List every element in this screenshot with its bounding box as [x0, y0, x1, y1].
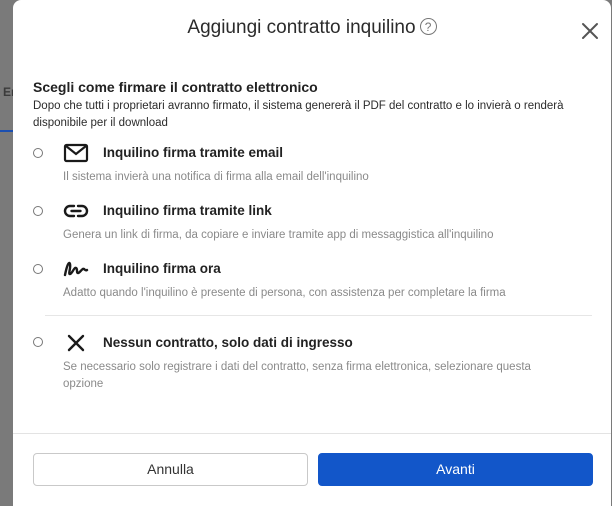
close-icon — [582, 23, 598, 39]
dialog-title-wrap: Aggiungi contratto inquilino? — [13, 17, 611, 39]
option-description: Adatto quando l'inquilino è presente di … — [63, 287, 506, 299]
close-button[interactable] — [579, 20, 601, 42]
option-description: Il sistema invierà una notifica di firma… — [63, 171, 369, 183]
option-label: Inquilino firma tramite email — [103, 145, 284, 160]
radio-sign-now[interactable] — [33, 264, 43, 274]
option-no-contract[interactable]: Nessun contratto, solo dati di ingresso … — [33, 333, 598, 393]
option-description: Se necessario solo registrare i dati del… — [63, 361, 531, 390]
options-divider — [45, 315, 592, 316]
option-label: Nessun contratto, solo dati di ingresso — [103, 335, 353, 350]
envelope-icon — [63, 143, 89, 163]
x-icon — [67, 334, 85, 352]
add-contract-dialog: Aggiungi contratto inquilino? Scegli com… — [13, 0, 611, 506]
option-sign-by-link[interactable]: Inquilino firma tramite link Genera un l… — [33, 201, 598, 249]
radio-link[interactable] — [33, 206, 43, 216]
section-title: Scegli come firmare il contratto elettro… — [33, 79, 318, 95]
option-label: Inquilino firma ora — [103, 261, 221, 276]
signature-icon — [63, 261, 89, 277]
radio-email[interactable] — [33, 148, 43, 158]
dialog-title: Aggiungi contratto inquilino — [187, 17, 416, 38]
dialog-header: Aggiungi contratto inquilino? — [13, 0, 611, 60]
option-label: Inquilino firma tramite link — [103, 203, 272, 218]
option-sign-now[interactable]: Inquilino firma ora Adatto quando l'inqu… — [33, 259, 598, 307]
link-icon — [63, 204, 89, 218]
option-description: Genera un link di firma, da copiare e in… — [63, 229, 494, 241]
cancel-button[interactable]: Annulla — [33, 453, 308, 486]
option-sign-by-email[interactable]: Inquilino firma tramite email Il sistema… — [33, 143, 598, 191]
radio-no-contract[interactable] — [33, 337, 43, 347]
help-icon[interactable]: ? — [419, 18, 437, 35]
section-description: Dopo che tutti i proprietari avranno fir… — [33, 100, 564, 129]
footer-divider — [13, 433, 611, 434]
next-button[interactable]: Avanti — [318, 453, 593, 486]
